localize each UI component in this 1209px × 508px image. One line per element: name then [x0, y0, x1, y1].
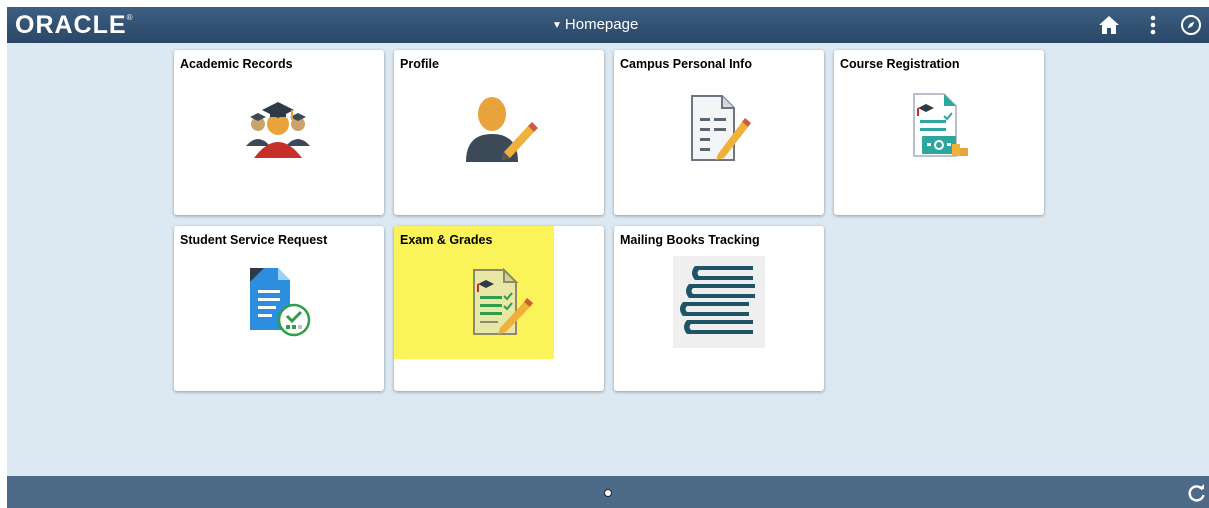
logo-text: ORACLE	[15, 11, 127, 39]
app-frame: ORACLE® ▼ Homepage Academic Records Prof…	[7, 7, 1209, 508]
tile-exam-and-grades[interactable]: Exam & Grades	[394, 226, 604, 391]
course-certificate-icon	[913, 93, 968, 157]
page-indicator-dot[interactable]	[604, 489, 612, 497]
refresh-icon[interactable]	[1187, 483, 1207, 508]
tile-mailing-books-tracking[interactable]: Mailing Books Tracking	[614, 226, 824, 391]
tile-academic-records[interactable]: Academic Records	[174, 50, 384, 215]
navbar-compass-icon[interactable]	[1179, 13, 1203, 37]
logo-mark: ®	[126, 12, 134, 22]
page-title: Homepage	[564, 16, 639, 33]
tile-title: Exam & Grades	[400, 233, 493, 247]
grades-document-icon	[473, 267, 533, 335]
tile-student-service-request[interactable]: Student Service Request	[174, 226, 384, 391]
tile-profile[interactable]: Profile	[394, 50, 604, 215]
tile-campus-personal-info[interactable]: Campus Personal Info	[614, 50, 824, 215]
document-edit-icon	[691, 95, 751, 161]
top-header-bar: ORACLE® ▼ Homepage	[7, 7, 1209, 43]
books-stack-icon	[673, 256, 765, 348]
tile-title: Academic Records	[180, 57, 293, 71]
tile-title: Course Registration	[840, 57, 960, 71]
oracle-logo: ORACLE®	[15, 11, 133, 40]
tile-title: Student Service Request	[180, 233, 328, 247]
tile-title: Mailing Books Tracking	[620, 233, 760, 247]
tile-title: Profile	[400, 57, 439, 71]
caret-down-icon: ▼	[552, 20, 562, 31]
document-check-icon	[250, 268, 311, 337]
more-options-icon[interactable]	[1141, 13, 1165, 37]
tile-course-registration[interactable]: Course Registration	[834, 50, 1044, 215]
person-edit-icon	[466, 97, 538, 162]
homepage-title-dropdown[interactable]: ▼ Homepage	[552, 16, 638, 33]
graduate-group-icon	[246, 102, 310, 158]
home-icon[interactable]	[1097, 13, 1121, 37]
tile-title: Campus Personal Info	[620, 57, 752, 71]
